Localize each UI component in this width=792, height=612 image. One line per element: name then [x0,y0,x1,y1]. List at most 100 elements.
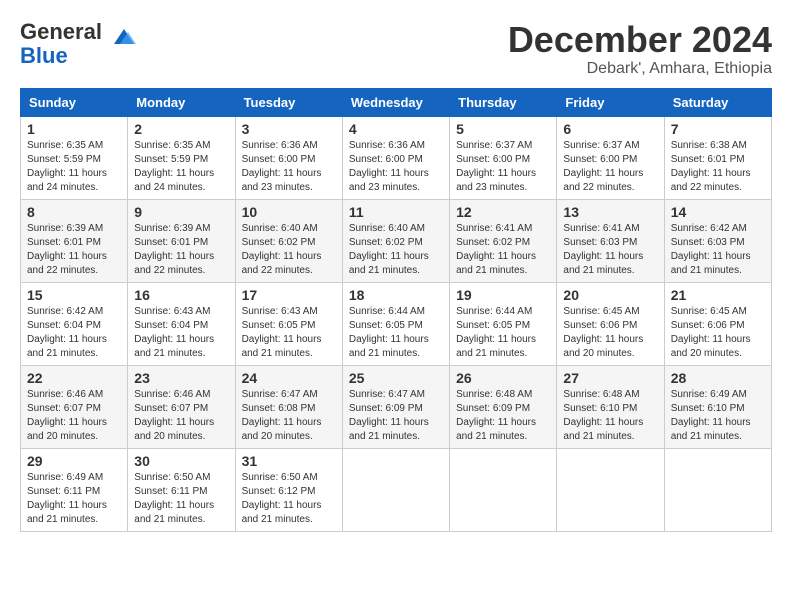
calendar-cell: 10Sunrise: 6:40 AMSunset: 6:02 PMDayligh… [235,199,342,282]
calendar-cell: 27 Sunrise: 6:48 AMSunset: 6:10 PMDayligh… [557,365,664,448]
day-number: 8 [27,204,121,220]
day-info: Sunrise: 6:40 AMSunset: 6:02 PMDaylight:… [242,222,336,278]
day-info: Sunrise: 6:46 AMSunset: 6:07 PMDaylight:… [134,388,228,444]
day-number: 16 [134,287,228,303]
day-number: 11 [349,204,443,220]
calendar-cell: 13 Sunrise: 6:41 AMSunset: 6:03 PMDayligh… [557,199,664,282]
day-info: Sunrise: 6:39 AMSunset: 6:01 PMDaylight:… [134,222,228,278]
day-number: 5 [456,121,550,137]
day-info: Sunrise: 6:49 AMSunset: 6:10 PMDaylight:… [671,388,765,444]
day-info: Sunrise: 6:48 AMSunset: 6:10 PMDaylight:… [563,388,657,444]
day-number: 17 [242,287,336,303]
calendar-cell: 29 Sunrise: 6:49 AMSunset: 6:11 PMDayligh… [21,448,128,531]
calendar-cell [342,448,449,531]
day-info: Sunrise: 6:48 AMSunset: 6:09 PMDaylight:… [456,388,550,444]
day-number: 27 [563,370,657,386]
day-info: Sunrise: 6:43 AMSunset: 6:04 PMDaylight:… [134,305,228,361]
calendar-cell: 31 Sunrise: 6:50 AMSunset: 6:12 PMDayligh… [235,448,342,531]
calendar-cell: 3 Sunrise: 6:36 AMSunset: 6:00 PMDaylight… [235,116,342,199]
calendar-cell: 22 Sunrise: 6:46 AMSunset: 6:07 PMDayligh… [21,365,128,448]
day-info: Sunrise: 6:44 AMSunset: 6:05 PMDaylight:… [456,305,550,361]
calendar-week-3: 15 Sunrise: 6:42 AMSunset: 6:04 PMDayligh… [21,282,772,365]
calendar-cell: 11 Sunrise: 6:40 AMSunset: 6:02 PMDayligh… [342,199,449,282]
day-info: Sunrise: 6:47 AMSunset: 6:09 PMDaylight:… [349,388,443,444]
day-info: Sunrise: 6:40 AMSunset: 6:02 PMDaylight:… [349,222,443,278]
column-header-saturday: Saturday [664,88,771,116]
calendar-cell: 21 Sunrise: 6:45 AMSunset: 6:06 PMDayligh… [664,282,771,365]
day-info: Sunrise: 6:41 AMSunset: 6:02 PMDaylight:… [456,222,550,278]
day-number: 12 [456,204,550,220]
day-number: 2 [134,121,228,137]
month-title: December 2024 [508,20,772,60]
day-number: 29 [27,453,121,469]
day-info: Sunrise: 6:35 AMSunset: 5:59 PMDaylight:… [134,139,228,195]
day-number: 7 [671,121,765,137]
calendar-cell: 12 Sunrise: 6:41 AMSunset: 6:02 PMDayligh… [450,199,557,282]
day-info: Sunrise: 6:36 AMSunset: 6:00 PMDaylight:… [349,139,443,195]
calendar-cell [450,448,557,531]
day-number: 24 [242,370,336,386]
day-info: Sunrise: 6:44 AMSunset: 6:05 PMDaylight:… [349,305,443,361]
day-number: 20 [563,287,657,303]
day-number: 1 [27,121,121,137]
calendar-cell: 7 Sunrise: 6:38 AMSunset: 6:01 PMDaylight… [664,116,771,199]
calendar-cell: 8Sunrise: 6:39 AMSunset: 6:01 PMDaylight… [21,199,128,282]
day-number: 14 [671,204,765,220]
day-number: 23 [134,370,228,386]
calendar-cell: 28 Sunrise: 6:49 AMSunset: 6:10 PMDayligh… [664,365,771,448]
column-header-friday: Friday [557,88,664,116]
day-info: Sunrise: 6:50 AMSunset: 6:12 PMDaylight:… [242,471,336,527]
calendar-cell: 18 Sunrise: 6:44 AMSunset: 6:05 PMDayligh… [342,282,449,365]
column-header-monday: Monday [128,88,235,116]
day-number: 31 [242,453,336,469]
column-header-tuesday: Tuesday [235,88,342,116]
day-number: 13 [563,204,657,220]
day-number: 9 [134,204,228,220]
title-block: December 2024 Debark', Amhara, Ethiopia [508,20,772,78]
logo-text: General Blue [20,20,102,68]
day-number: 22 [27,370,121,386]
calendar-cell: 16 Sunrise: 6:43 AMSunset: 6:04 PMDayligh… [128,282,235,365]
day-number: 25 [349,370,443,386]
day-number: 15 [27,287,121,303]
day-info: Sunrise: 6:36 AMSunset: 6:00 PMDaylight:… [242,139,336,195]
logo-icon [106,24,136,54]
day-info: Sunrise: 6:42 AMSunset: 6:04 PMDaylight:… [27,305,121,361]
day-info: Sunrise: 6:37 AMSunset: 6:00 PMDaylight:… [563,139,657,195]
location: Debark', Amhara, Ethiopia [508,60,772,78]
day-info: Sunrise: 6:41 AMSunset: 6:03 PMDaylight:… [563,222,657,278]
day-number: 4 [349,121,443,137]
day-info: Sunrise: 6:37 AMSunset: 6:00 PMDaylight:… [456,139,550,195]
day-number: 19 [456,287,550,303]
calendar-header-row: SundayMondayTuesdayWednesdayThursdayFrid… [21,88,772,116]
day-number: 21 [671,287,765,303]
calendar-week-4: 22 Sunrise: 6:46 AMSunset: 6:07 PMDayligh… [21,365,772,448]
day-info: Sunrise: 6:47 AMSunset: 6:08 PMDaylight:… [242,388,336,444]
calendar-cell [557,448,664,531]
calendar-cell: 14Sunrise: 6:42 AMSunset: 6:03 PMDayligh… [664,199,771,282]
calendar-cell: 30Sunrise: 6:50 AMSunset: 6:11 PMDayligh… [128,448,235,531]
day-info: Sunrise: 6:38 AMSunset: 6:01 PMDaylight:… [671,139,765,195]
logo: General Blue [20,20,136,68]
day-info: Sunrise: 6:49 AMSunset: 6:11 PMDaylight:… [27,471,121,527]
day-number: 28 [671,370,765,386]
calendar-cell: 24 Sunrise: 6:47 AMSunset: 6:08 PMDayligh… [235,365,342,448]
day-info: Sunrise: 6:45 AMSunset: 6:06 PMDaylight:… [563,305,657,361]
column-header-wednesday: Wednesday [342,88,449,116]
day-info: Sunrise: 6:35 AMSunset: 5:59 PMDaylight:… [27,139,121,195]
calendar-cell: 4 Sunrise: 6:36 AMSunset: 6:00 PMDaylight… [342,116,449,199]
column-header-thursday: Thursday [450,88,557,116]
day-number: 26 [456,370,550,386]
calendar-week-1: 1 Sunrise: 6:35 AMSunset: 5:59 PMDaylight… [21,116,772,199]
day-info: Sunrise: 6:43 AMSunset: 6:05 PMDaylight:… [242,305,336,361]
calendar-cell: 15 Sunrise: 6:42 AMSunset: 6:04 PMDayligh… [21,282,128,365]
day-info: Sunrise: 6:45 AMSunset: 6:06 PMDaylight:… [671,305,765,361]
day-number: 30 [134,453,228,469]
day-number: 3 [242,121,336,137]
day-info: Sunrise: 6:46 AMSunset: 6:07 PMDaylight:… [27,388,121,444]
day-number: 18 [349,287,443,303]
calendar-week-2: 8 Sunrise: 6:39 AMSunset: 6:01 PMDaylight… [21,199,772,282]
calendar-cell: 20 Sunrise: 6:45 AMSunset: 6:06 PMDayligh… [557,282,664,365]
calendar-cell: 17 Sunrise: 6:43 AMSunset: 6:05 PMDayligh… [235,282,342,365]
calendar-cell: 23 Sunrise: 6:46 AMSunset: 6:07 PMDayligh… [128,365,235,448]
